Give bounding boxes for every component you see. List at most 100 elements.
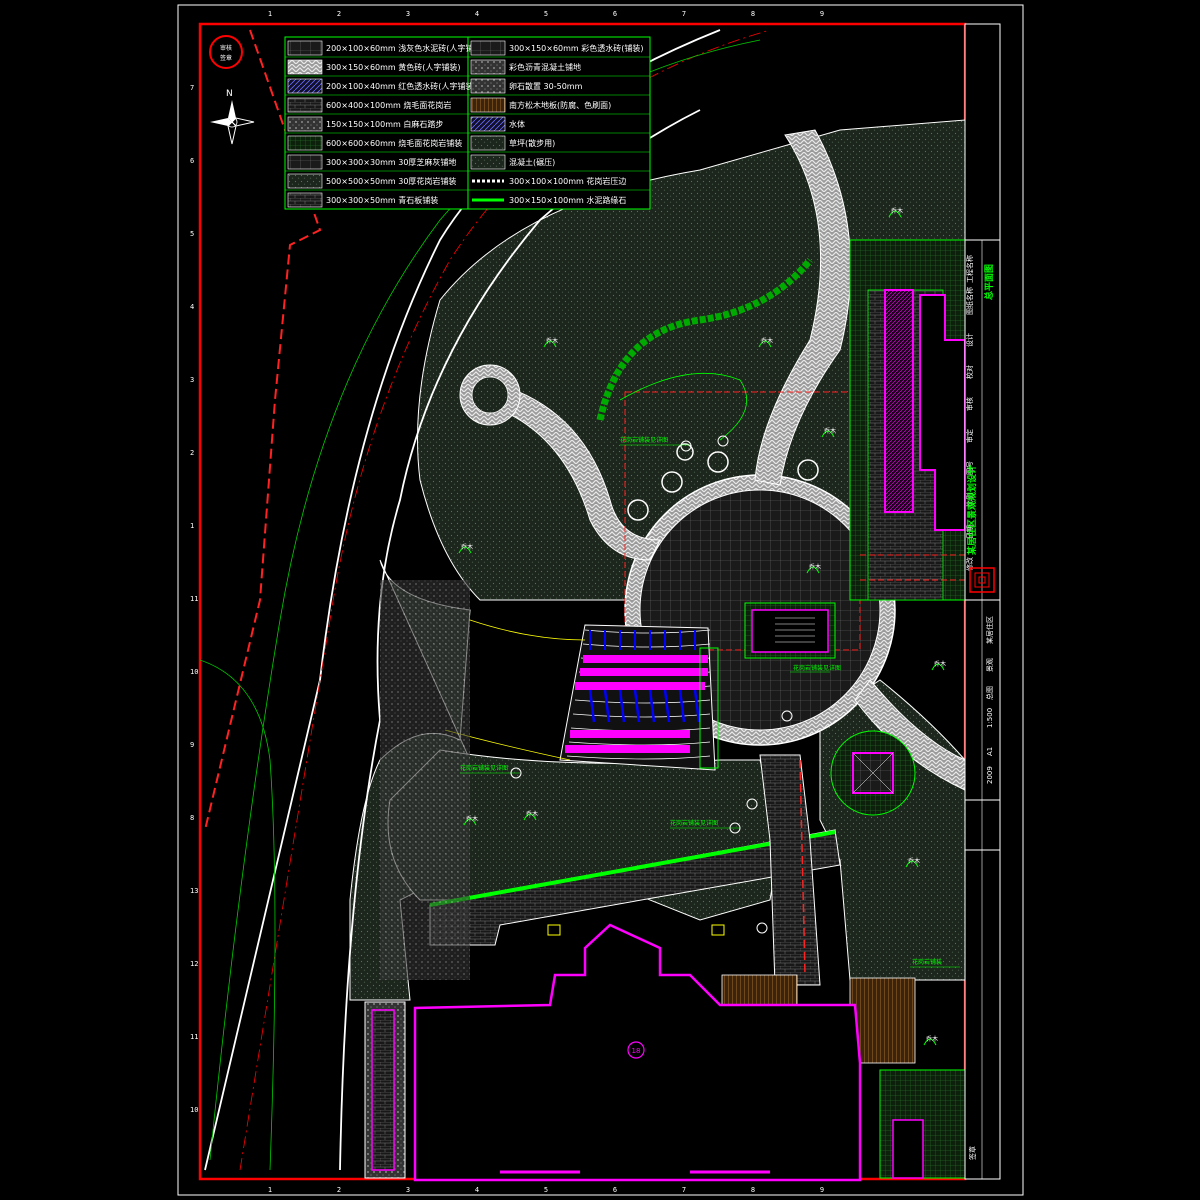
grid-label-top: 3 bbox=[406, 10, 410, 18]
grid-label-left: 9 bbox=[190, 741, 194, 749]
legend-label: 南方松木地板(防腐、色刷面) bbox=[509, 100, 611, 110]
grid-label-top: 1 bbox=[268, 10, 272, 18]
title-cell-value: 2009 bbox=[986, 766, 994, 784]
grid-label-left: 5 bbox=[190, 230, 194, 238]
legend-label: 彩色沥青混凝土铺地 bbox=[509, 62, 581, 72]
grid-label-top: 8 bbox=[751, 10, 755, 18]
grid-labels-top: 1 2 3 4 5 6 7 8 9 bbox=[268, 10, 824, 18]
legend-label: 卵石散置 30-50mm bbox=[509, 81, 583, 91]
grid-label-left: 6 bbox=[190, 157, 194, 165]
title-cell-label: 审定 bbox=[965, 429, 974, 443]
tree-label: 乔木 bbox=[926, 1035, 938, 1043]
annotation-3: 花岗岩铺装见详图 bbox=[670, 819, 718, 827]
seal-stamp bbox=[209, 35, 243, 69]
grid-labels-bottom: 1 2 3 4 5 6 7 8 9 bbox=[268, 1186, 824, 1194]
legend-label: 水体 bbox=[509, 119, 525, 129]
annotation-4: 花岗岩铺装见详图 bbox=[793, 664, 841, 672]
compass-icon bbox=[210, 100, 255, 145]
grid-label-left: 11 bbox=[190, 595, 198, 603]
title-cell-label: 设计 bbox=[965, 333, 974, 347]
title-cell-value: 景观 bbox=[986, 658, 994, 672]
tree-label: 乔木 bbox=[546, 337, 558, 345]
north-arrow: 审核 签章 N bbox=[209, 35, 255, 145]
grid-label-left: 13 bbox=[190, 887, 198, 895]
annotation-2: 花岗岩铺装见详图 bbox=[460, 764, 508, 772]
building-number: 18 bbox=[632, 1047, 641, 1055]
drawing-title: 总平面图 bbox=[983, 264, 995, 300]
legend-label: 200×100×60mm 浅灰色水泥砖(人字铺装) bbox=[326, 43, 485, 53]
grid-labels-left: 765432111109813121110 bbox=[190, 84, 198, 1114]
svg-text:审核: 审核 bbox=[220, 44, 232, 52]
seat-bench bbox=[580, 668, 708, 676]
legend-swatch bbox=[287, 59, 323, 75]
legend-swatch bbox=[287, 173, 323, 189]
tree-label: 乔木 bbox=[908, 857, 920, 865]
legend-label: 300×150×60mm 彩色透水砖(铺装) bbox=[509, 43, 644, 53]
grid-label-top: 7 bbox=[682, 10, 686, 18]
legend-label: 500×500×50mm 30厚花岗岩铺装 bbox=[326, 176, 456, 186]
grid-label-left: 10 bbox=[190, 668, 198, 676]
bench bbox=[711, 924, 725, 936]
tree-label: 乔木 bbox=[891, 207, 903, 215]
seat-bench bbox=[565, 745, 690, 753]
title-cell-value: A1 bbox=[986, 747, 994, 756]
grid-label-bottom: 6 bbox=[613, 1186, 617, 1194]
legend-swatch bbox=[287, 192, 323, 208]
legend-swatch bbox=[470, 135, 506, 151]
legend-swatch bbox=[287, 135, 323, 151]
annotation-1: 花岗岩铺装见详图 bbox=[620, 436, 668, 444]
legend-label: 300×150×60mm 黄色砖(人字铺装) bbox=[326, 62, 461, 72]
project-title: 某居住区景观规划设计 bbox=[966, 465, 978, 555]
grid-label-top: 5 bbox=[544, 10, 548, 18]
legend-swatch bbox=[287, 116, 323, 132]
grid-label-top: 2 bbox=[337, 10, 341, 18]
legend-table: 200×100×60mm 浅灰色水泥砖(人字铺装) 300×150×60mm 黄色… bbox=[284, 36, 651, 210]
grid-label-bottom: 9 bbox=[820, 1186, 824, 1194]
title-cell-value: 1:500 bbox=[986, 708, 994, 728]
tree-label: 乔木 bbox=[461, 543, 473, 551]
title-cell-label: 图纸名称 bbox=[965, 287, 974, 315]
title-block: 工程名称图纸名称设计校对审核审定图号比例日期修改某居住区景观总图1:500A12… bbox=[964, 23, 1001, 1180]
grid-label-left: 11 bbox=[190, 1033, 198, 1041]
legend-swatch bbox=[470, 78, 506, 94]
legend-swatch bbox=[287, 78, 323, 94]
legend-swatch bbox=[470, 40, 506, 56]
tree-label: 乔木 bbox=[466, 815, 478, 823]
svg-text:签章: 签章 bbox=[220, 54, 232, 62]
legend-swatch bbox=[287, 97, 323, 113]
seat-bench bbox=[570, 730, 690, 738]
gravel-strip-west bbox=[380, 580, 470, 980]
grid-label-left: 8 bbox=[190, 814, 194, 822]
legend-label: 200×100×40mm 红色透水砖(人字铺装) bbox=[326, 81, 477, 91]
wood-deck-left bbox=[721, 974, 798, 1006]
grid-label-bottom: 7 bbox=[682, 1186, 686, 1194]
amphitheater-steps bbox=[444, 619, 719, 771]
legend-label: 600×400×100mm 烧毛面花岗岩 bbox=[326, 100, 451, 110]
annotation-5: 花岗岩铺装 bbox=[912, 958, 942, 966]
tree-label: 乔木 bbox=[824, 427, 836, 435]
grid-label-left: 2 bbox=[190, 449, 194, 457]
title-cell-value: 总图 bbox=[985, 686, 994, 700]
stamp-label: 签章 bbox=[968, 1146, 977, 1160]
legend-label: 300×300×50mm 青石板铺装 bbox=[326, 195, 438, 205]
grid-label-top: 6 bbox=[613, 10, 617, 18]
grid-label-bottom: 5 bbox=[544, 1186, 548, 1194]
grid-label-bottom: 8 bbox=[751, 1186, 755, 1194]
grid-label-bottom: 3 bbox=[406, 1186, 410, 1194]
legend-swatch bbox=[470, 59, 506, 75]
grid-label-left: 7 bbox=[190, 84, 194, 92]
north-label: N bbox=[226, 89, 233, 99]
title-cell-value: 某居住区 bbox=[985, 616, 994, 644]
grid-label-left: 1 bbox=[190, 522, 194, 530]
title-cell-label: 工程名称 bbox=[965, 255, 974, 283]
bench bbox=[547, 924, 561, 936]
grid-label-left: 10 bbox=[190, 1106, 198, 1114]
tree-label: 乔木 bbox=[526, 810, 538, 818]
grid-label-left: 12 bbox=[190, 960, 198, 968]
legend-label: 300×150×100mm 水泥路缘石 bbox=[509, 195, 626, 205]
title-cell-label: 审核 bbox=[965, 397, 974, 411]
tree-label: 乔木 bbox=[809, 563, 821, 571]
legend-label: 混凝土(碾压) bbox=[509, 157, 555, 167]
legend-label: 600×600×60mm 烧毛面花岗岩铺装 bbox=[326, 138, 462, 148]
grid-label-left: 4 bbox=[190, 303, 194, 311]
